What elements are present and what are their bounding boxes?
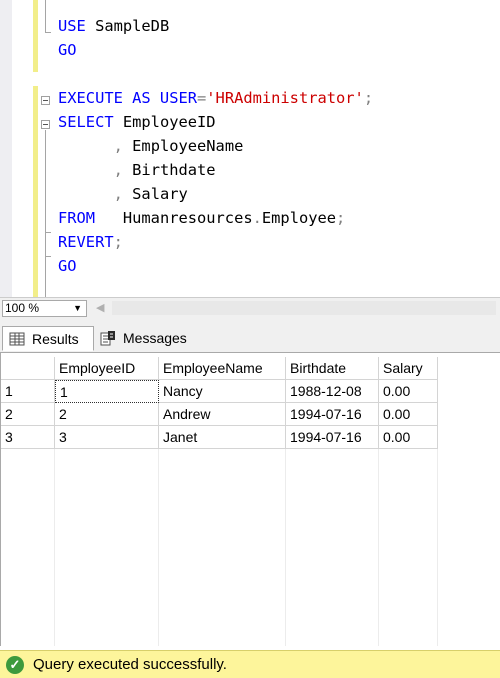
sql-operator: , [113,161,123,179]
outline-tick [45,32,51,33]
query-editor[interactable]: USE SampleDB GO EXECUTE AS USER='HRAdminis… [0,0,500,297]
scroll-left-icon[interactable]: ◀ [96,301,104,314]
zoom-select[interactable]: 100 % ▼ [2,300,87,317]
sql-string: 'HRAdministrator' [206,89,364,107]
sql-identifier: Salary [122,185,188,203]
sql-identifier: Birthdate [122,161,216,179]
table-cell[interactable]: 0.00 [379,426,438,449]
outline-tick [45,256,51,257]
row-number[interactable]: 2 [1,403,55,426]
messages-icon [100,331,115,346]
sql-operator: ; [336,209,346,227]
sql-identifier: EmployeeID [122,113,216,131]
sql-keyword: USE [58,17,96,35]
code-line: REVERT; [58,230,123,254]
change-marker [33,86,38,297]
sql-keyword: REVERT [58,233,114,251]
table-cell[interactable]: 0.00 [379,380,438,403]
column-divider [378,449,379,646]
chevron-down-icon[interactable]: ▼ [73,301,82,316]
table-cell[interactable]: 1988-12-08 [286,380,379,403]
table-cell[interactable]: 1994-07-16 [286,426,379,449]
results-tabbar: Results Messages [0,319,500,353]
status-text: Query executed successfully. [33,656,227,673]
sql-operator: ; [363,89,374,107]
table-cell[interactable]: 1 [55,380,159,403]
column-header[interactable]: EmployeeName [159,357,286,380]
column-divider [54,449,55,646]
column-divider [437,449,438,646]
tab-results-label: Results [32,331,79,347]
sql-keyword: EXECUTE AS USER [58,89,197,107]
sql-identifier: EmployeeName [122,137,244,155]
collapse-icon[interactable] [41,120,50,129]
code-line: GO [58,38,77,62]
zoom-value: 100 % [5,301,40,315]
change-marker [33,0,38,72]
table-cell[interactable]: 2 [55,403,159,426]
row-number[interactable]: 3 [1,426,55,449]
results-grid[interactable]: EmployeeID EmployeeName Birthdate Salary 1 1 N… [0,353,500,646]
check-icon: ✓ [6,656,24,674]
outline-line [45,0,46,32]
sql-operator: , [113,137,123,155]
sql-identifier [58,161,114,179]
column-header[interactable]: Birthdate [286,357,379,380]
sql-identifier: Humanresources [95,209,253,227]
sql-identifier [58,185,114,203]
editor-margin [0,0,12,297]
code-line: , Salary [58,182,188,206]
outline-line [45,130,46,297]
code-line: SELECT EmployeeID [58,110,216,134]
table-cell[interactable]: Andrew [159,403,286,426]
table-cell[interactable]: 1994-07-16 [286,403,379,426]
table-cell[interactable]: 3 [55,426,159,449]
sql-operator: = [197,89,207,107]
table-cell[interactable]: 0.00 [379,403,438,426]
row-number[interactable]: 1 [1,380,55,403]
sql-operator: , [113,185,123,203]
code-line: , Birthdate [58,158,216,182]
column-divider [285,449,286,646]
zoom-bar: 100 % ▼ ◀ [0,297,500,319]
sql-keyword: GO [58,41,77,59]
sql-keyword: FROM [58,209,96,227]
grid-icon [9,332,25,346]
sql-identifier: SampleDB [95,17,170,35]
sql-identifier: Employee [261,209,337,227]
column-header[interactable]: Salary [379,357,438,380]
column-header[interactable]: EmployeeID [55,357,159,380]
outline-tick [45,232,51,233]
horizontal-scrollbar[interactable] [112,301,496,315]
table-cell[interactable]: Nancy [159,380,286,403]
column-divider [158,449,159,646]
code-line: , EmployeeName [58,134,244,158]
code-line: FROM Humanresources.Employee; [58,206,345,230]
collapse-icon[interactable] [41,96,50,105]
sql-keyword: SELECT [58,113,123,131]
code-line: GO [58,254,77,278]
tab-messages-label: Messages [123,330,187,346]
sql-operator: ; [113,233,123,251]
tab-messages[interactable]: Messages [94,326,198,351]
code-line: USE SampleDB [58,14,169,38]
tab-results[interactable]: Results [2,326,94,351]
status-bar: ✓ Query executed successfully. [0,650,500,678]
sql-identifier [58,137,114,155]
row-header-corner[interactable] [1,357,55,380]
table-cell[interactable]: Janet [159,426,286,449]
sql-keyword: GO [58,257,77,275]
sql-operator: . [252,209,262,227]
code-line: EXECUTE AS USER='HRAdministrator'; [58,86,373,110]
